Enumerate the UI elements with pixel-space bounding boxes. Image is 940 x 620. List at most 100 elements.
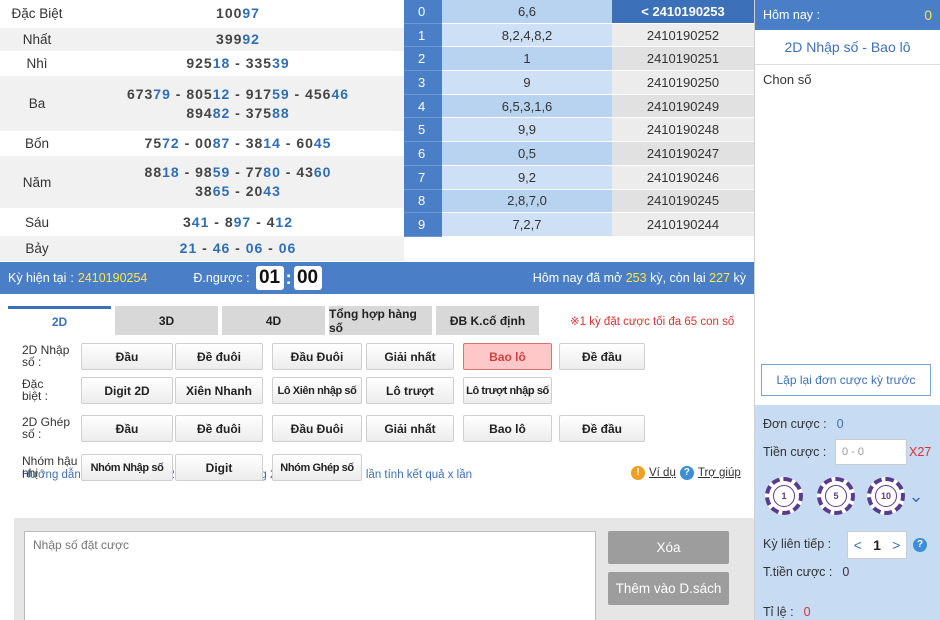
prize-numbers: 92518 - 33539 [186, 55, 290, 71]
result-row: Bốn 7572 - 0087 - 3814 - 6045 [0, 132, 404, 156]
result-row: Năm 8818 - 9859 - 7780 - 4360 3865 - 2043 [0, 156, 404, 209]
digit-cell: 3 [404, 71, 442, 95]
game-tabs: 2D 3D 4D Tổng hợp hàng số ĐB K.cố định ※… [8, 306, 754, 336]
bet-type-button[interactable]: Digit [175, 454, 263, 481]
choose-number-label: Chon số [763, 72, 812, 87]
current-period-value: 2410190254 [77, 271, 148, 285]
help-link[interactable]: Trợ giúp [698, 467, 741, 479]
prize-numbers: 7572 - 0087 - 3814 - 6045 [144, 135, 332, 151]
numbers-cell: 6,6 [442, 0, 612, 24]
prize-label: Năm [22, 174, 52, 190]
numbers-cell: 9,9 [442, 118, 612, 143]
prize-numbers: 21 - 46 - 06 - 06 [179, 240, 297, 256]
bet-type-button[interactable]: Bao lô [463, 343, 552, 370]
bet-summary-box: Đơn cược : 0 Tiền cược : 0 - 0 X27 1 5 1… [755, 405, 940, 620]
amount-label: Tiền cược : [763, 445, 827, 459]
today-label: Hôm nay : [763, 8, 820, 22]
today-summary: Hôm nay đã mở 253 kỳ, còn lại 227 kỳ [532, 271, 746, 285]
bet-input-area: Xóa Thêm vào D.sách [14, 518, 754, 620]
result-row: Nhất 39992 [0, 28, 404, 52]
prize-label: Nhì [26, 56, 48, 71]
bet-amount-input[interactable]: 0 - 0 [835, 439, 907, 465]
next-periods-stepper[interactable]: < 1 > [847, 531, 907, 559]
history-row: 2 1 2410190251 [404, 47, 754, 72]
numbers-cell: 6,5,3,1,6 [442, 94, 612, 119]
countdown-minutes: 01 [255, 266, 284, 290]
today-value: 0 [924, 7, 932, 23]
repeat-previous-bet-button[interactable]: Lặp lại đơn cược kỳ trước [761, 364, 931, 396]
prize-numbers: 10097 [216, 5, 260, 21]
lottery-betting-app: Đặc Biệt 10097 Nhất 39992 Nhì 92518 - 33539 Ba… [0, 0, 940, 620]
numbers-cell: 0,5 [442, 142, 612, 166]
numbers-cell: 2,8,7,0 [442, 189, 612, 214]
order-count: Đơn cược : 0 [763, 417, 844, 431]
tab-combined[interactable]: Tổng hợp hàng số [329, 306, 432, 335]
digit-cell: 8 [404, 189, 442, 214]
multiplier-label: X27 [909, 445, 932, 459]
chip-1[interactable]: 1 [765, 477, 803, 515]
delete-button[interactable]: Xóa [608, 531, 729, 564]
period-cell: 2410190246 [612, 165, 754, 190]
bet-type-button[interactable]: Đầu [81, 415, 173, 442]
history-row: 0 6,6 < 2410190253 [404, 0, 754, 24]
period-cell: 2410190252 [612, 23, 754, 48]
tab-4d[interactable]: 4D [222, 306, 325, 335]
bet-type-button[interactable]: Đề đầu [559, 415, 645, 442]
increment-icon[interactable]: > [892, 537, 900, 553]
result-row: Sáu 341 - 897 - 412 [0, 209, 404, 236]
rate: Tỉ lệ : 0 [763, 605, 811, 619]
history-row: 1 8,2,4,8,2 2410190252 [404, 23, 754, 48]
period-cell[interactable]: < 2410190253 [612, 0, 754, 24]
decrement-icon[interactable]: < [854, 537, 862, 553]
bet-type-button[interactable]: Giải nhất [366, 343, 454, 370]
period-cell: 2410190244 [612, 213, 754, 237]
selected-game-name: 2D Nhập số - Bao lô [755, 30, 940, 65]
bet-type-button[interactable]: Lô Xiên nhập số [272, 377, 362, 404]
bet-type-button[interactable]: Giải nhất [366, 415, 454, 442]
bet-type-button[interactable]: Đầu [81, 343, 173, 370]
bet-type-button[interactable]: Nhóm Ghép số [272, 454, 362, 481]
help-icon[interactable]: ? [913, 538, 927, 552]
digit-cell: 9 [404, 213, 442, 237]
tab-fixed-special[interactable]: ĐB K.cố định [436, 306, 539, 335]
today-header: Hôm nay : 0 [755, 0, 940, 30]
bet-type-button[interactable]: Đề đuôi [175, 343, 263, 370]
bet-type-button[interactable]: Nhóm Nhập số [81, 454, 173, 481]
next-periods-value: 1 [873, 537, 881, 553]
period-cell: 2410190251 [612, 47, 754, 72]
group-label: 2D Nhập số : [22, 343, 70, 369]
bet-type-button[interactable]: Xiên Nhanh [175, 377, 263, 404]
add-to-list-button[interactable]: Thêm vào D.sách [608, 572, 729, 605]
bet-type-button[interactable]: Lô trượt [366, 377, 454, 404]
status-bar: Kỳ hiện tại : 2410190254 Đ.ngược : 01 : … [0, 262, 754, 294]
history-row: 8 2,8,7,0 2410190245 [404, 189, 754, 214]
prize-label: Nhất [22, 32, 52, 47]
prize-label: Sáu [24, 214, 50, 230]
period-cell: 2410190248 [612, 118, 754, 143]
period-cell: 2410190247 [612, 142, 754, 166]
bet-type-button[interactable]: Đầu Đuôi [272, 343, 362, 370]
prize-label: Bảy [25, 241, 49, 256]
bet-type-button[interactable]: Đề đuôi [175, 415, 263, 442]
digit-cell: 0 [404, 0, 442, 24]
group-label: Đặc biệt : [22, 377, 49, 403]
chevron-down-icon[interactable]: ⌄ [897, 477, 935, 515]
history-row: 9 7,2,7 2410190244 [404, 213, 754, 237]
numbers-cell: 7,2,7 [442, 213, 612, 237]
tab-3d[interactable]: 3D [115, 306, 218, 335]
bet-type-button[interactable]: Lô trượt nhập số [463, 377, 552, 404]
bet-number-input[interactable] [24, 531, 596, 620]
digit-cell: 6 [404, 142, 442, 166]
history-row: 3 9 2410190250 [404, 71, 754, 95]
example-link[interactable]: Ví dụ [649, 467, 676, 479]
chip-5[interactable]: 5 [817, 477, 855, 515]
tab-2d[interactable]: 2D [8, 306, 111, 335]
history-row: 5 9,9 2410190248 [404, 118, 754, 143]
bet-type-button[interactable]: Bao lô [463, 415, 552, 442]
period-cell: 2410190250 [612, 71, 754, 95]
number-history-table: 0 6,6 < 2410190253 1 8,2,4,8,2 2410190252 2 1 24… [404, 0, 754, 262]
prize-label: Ba [28, 96, 46, 111]
bet-type-button[interactable]: Đầu Đuôi [272, 415, 362, 442]
bet-type-button[interactable]: Đề đầu [559, 343, 645, 370]
bet-type-button[interactable]: Digit 2D [81, 377, 173, 404]
